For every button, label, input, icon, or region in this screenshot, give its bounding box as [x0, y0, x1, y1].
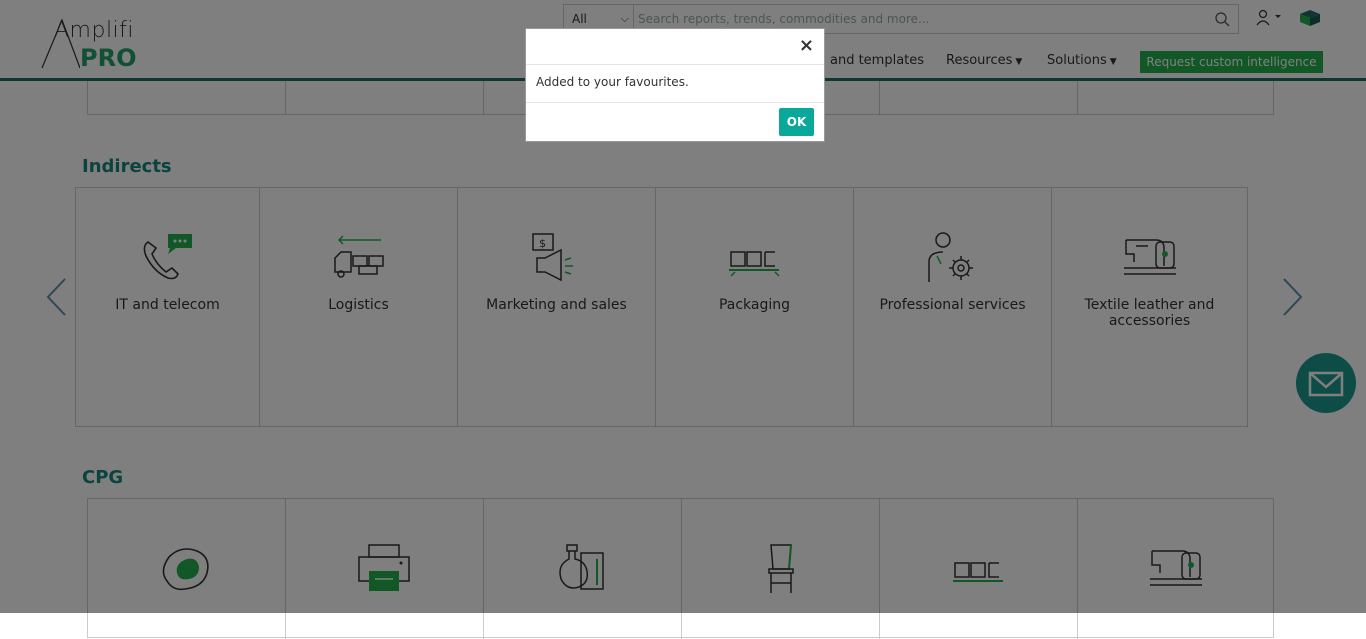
dialog-footer: OK — [526, 102, 824, 143]
dialog-message: Added to your favourites. — [536, 75, 689, 89]
close-icon[interactable]: × — [799, 35, 814, 56]
ok-button[interactable]: OK — [779, 108, 814, 136]
favourites-dialog: × Added to your favourites. OK — [525, 28, 825, 142]
dialog-header: × — [526, 29, 824, 65]
